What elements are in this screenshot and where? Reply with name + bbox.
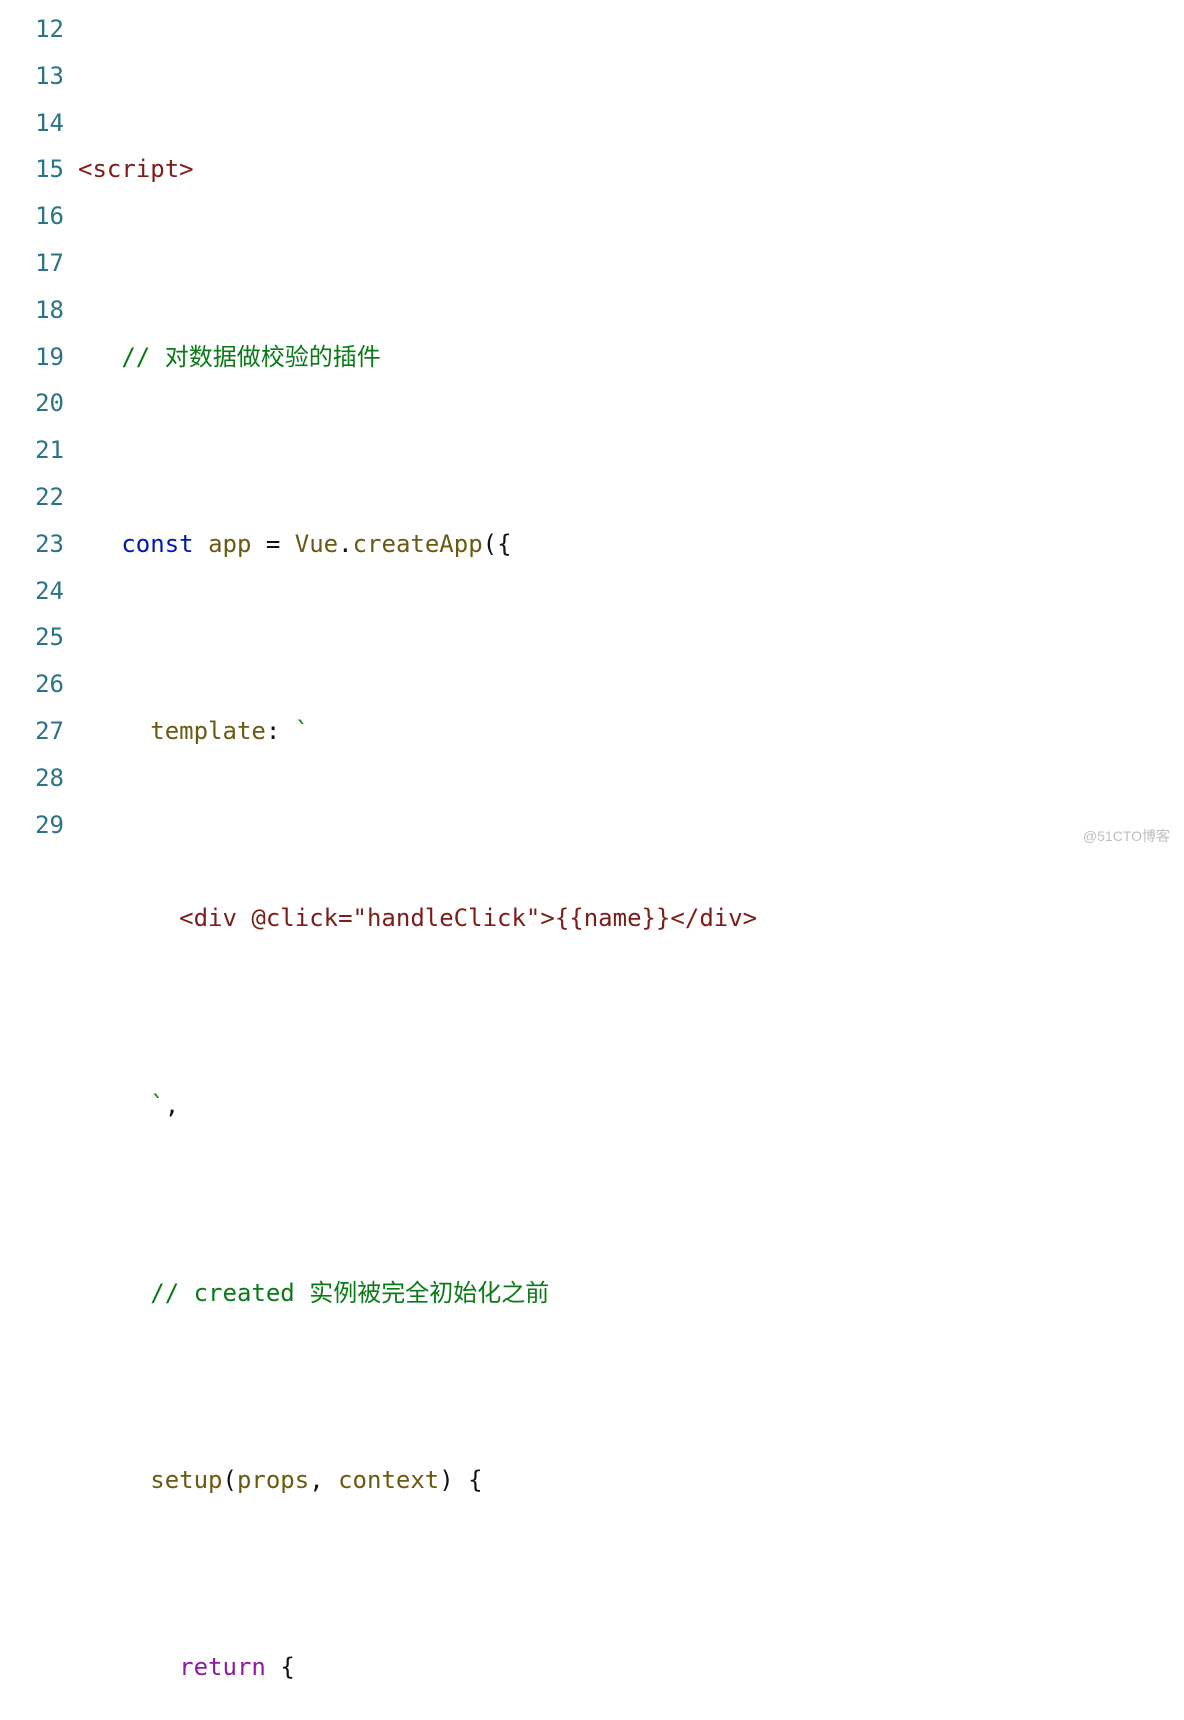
var-app: app (208, 530, 251, 558)
code-line: const app = Vue.createApp({ (78, 521, 1184, 568)
fn-setup: setup (150, 1466, 222, 1494)
var-vue: Vue (295, 530, 338, 558)
keyword-return: return (179, 1653, 266, 1681)
code-line: // created 实例被完全初始化之前 (78, 1270, 1184, 1317)
line-number: 15 (0, 146, 64, 193)
code-line: setup(props, context) { (78, 1457, 1184, 1504)
line-number-gutter: 121314151617181920212223242526272829 (0, 6, 78, 1720)
line-number: 20 (0, 380, 64, 427)
code-line: return { (78, 1644, 1184, 1691)
line-number: 25 (0, 614, 64, 661)
line-number: 17 (0, 240, 64, 287)
line-number: 13 (0, 53, 64, 100)
code-area[interactable]: <script> // 对数据做校验的插件 const app = Vue.cr… (78, 6, 1184, 1720)
code-editor: 121314151617181920212223242526272829 <sc… (0, 0, 1184, 1720)
watermark: @51CTO博客 (1083, 823, 1170, 850)
code-line: <div @click="handleClick">{{name}}</div> (78, 895, 1184, 942)
tag-open: <script> (78, 155, 194, 183)
line-number: 26 (0, 661, 64, 708)
code-line: `, (78, 1082, 1184, 1129)
line-number: 23 (0, 521, 64, 568)
code-line: // 对数据做校验的插件 (78, 334, 1184, 381)
comment: // 对数据做校验的插件 (121, 343, 380, 371)
prop-template: template (150, 717, 266, 745)
line-number: 18 (0, 287, 64, 334)
line-number: 29 (0, 802, 64, 849)
fn-createApp: createApp (353, 530, 483, 558)
template-string: <div @click="handleClick">{{name}}</div> (78, 904, 757, 932)
code-line: template: ` (78, 708, 1184, 755)
line-number: 16 (0, 193, 64, 240)
line-number: 12 (0, 6, 64, 53)
keyword-const: const (121, 530, 193, 558)
line-number: 21 (0, 427, 64, 474)
line-number: 28 (0, 755, 64, 802)
line-number: 14 (0, 100, 64, 147)
line-number: 19 (0, 334, 64, 381)
comment: // created 实例被完全初始化之前 (150, 1279, 549, 1307)
code-line: <script> (78, 146, 1184, 193)
line-number: 24 (0, 568, 64, 615)
line-number: 27 (0, 708, 64, 755)
line-number: 22 (0, 474, 64, 521)
